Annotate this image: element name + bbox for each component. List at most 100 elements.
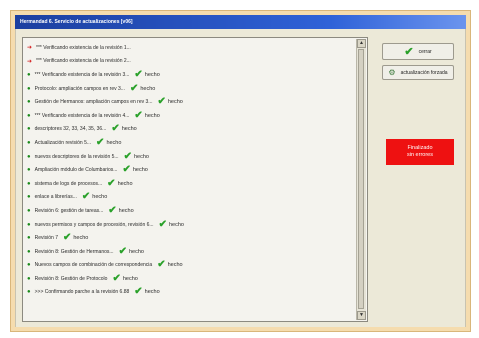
check-icon: ✔ — [134, 68, 143, 80]
log-row-text: nuevos permisos y campos de procesión, r… — [34, 221, 154, 228]
scroll-thumb[interactable] — [358, 49, 364, 309]
green-dot-icon: ● — [27, 207, 31, 214]
log-row-status: hecho — [140, 85, 156, 92]
log-row: ● Revisión 8: Gestión de Protocolo ✔ hecho — [27, 272, 352, 286]
green-dot-icon: ● — [27, 289, 31, 296]
check-icon: ✔ — [134, 286, 143, 298]
log-row-status: hecho — [167, 262, 183, 269]
log-row-status: hecho — [128, 248, 144, 255]
log-row-status: hecho — [106, 139, 122, 146]
log-row-text: Revisión 8: Gestión de Protocolo — [34, 275, 108, 282]
vertical-scrollbar[interactable]: ▲ ▼ — [356, 39, 366, 320]
green-dot-icon: ● — [27, 99, 31, 106]
status-badge: Finalizado sin errores — [386, 139, 454, 165]
window-client-area: ➜ *** Verificando existencia de la revisi… — [15, 29, 466, 327]
green-dot-icon: ● — [27, 275, 31, 282]
log-row: ● Revisión 6: gestión de tareas... ✔ hecho — [27, 204, 352, 218]
check-icon: ✔ — [404, 46, 414, 58]
green-dot-icon: ● — [27, 167, 31, 174]
log-row-status: hecho — [167, 99, 183, 106]
check-icon: ✔ — [62, 232, 72, 244]
green-dot-icon: ● — [27, 153, 31, 160]
log-row: ● Protocolo: ampliación campos en rev 3..… — [27, 82, 352, 96]
log-row-status: hecho — [122, 275, 138, 282]
green-dot-icon: ● — [27, 194, 31, 201]
green-dot-icon: ● — [27, 262, 31, 269]
log-row-status: hecho — [144, 112, 160, 119]
log-row-status: hecho — [92, 194, 108, 201]
green-dot-icon: ● — [27, 221, 31, 228]
log-row-status: hecho — [118, 207, 134, 214]
status-line-2: sin errores — [407, 152, 433, 158]
log-row: ● Gestión de Hermanos: ampliación campos … — [27, 95, 352, 109]
log-row: ● Nuevos campos de combinación de corresp… — [27, 259, 352, 273]
log-row-text: descriptores 32, 33, 34, 35, 36... — [34, 126, 107, 133]
log-row-text: >>> Confirmando parche a la revisión 6.8… — [34, 289, 130, 296]
log-row: ● sistema de logs de procesos... ✔ hecho — [27, 177, 352, 191]
green-dot-icon: ● — [27, 139, 31, 146]
log-row: ● >>> Confirmando parche a la revisión 6.… — [27, 286, 352, 300]
log-row-text: Ampliación módulo de Columbarios... — [34, 167, 118, 174]
log-row-text: *** Verificando existencia de la revisió… — [36, 44, 131, 51]
log-list[interactable]: ➜ *** Verificando existencia de la revisi… — [22, 37, 368, 322]
scroll-up-arrow-icon[interactable]: ▲ — [357, 39, 366, 48]
log-row-status: hecho — [132, 167, 148, 174]
log-row: ● nuevos permisos y campos de procesión, … — [27, 218, 352, 232]
check-icon: ✔ — [158, 218, 167, 230]
log-row-status: hecho — [117, 180, 133, 187]
green-dot-icon: ● — [27, 112, 31, 119]
green-dot-icon: ● — [27, 85, 31, 92]
check-icon: ✔ — [118, 245, 127, 257]
log-row: ➜ *** Verificando existencia de la revisi… — [27, 41, 352, 55]
log-row: ● Revisión 8: Gestión de Hermanos... ✔ hech… — [27, 245, 352, 259]
log-row: ● enlace a librerías... ✔ hecho — [27, 191, 352, 205]
force-update-button-label: actualización forzada — [400, 69, 448, 76]
green-dot-icon: ● — [27, 126, 31, 133]
log-row-status: hecho — [133, 153, 149, 160]
log-row-text: *** Verificando existencia de la revisió… — [34, 112, 130, 119]
log-row-text: Gestión de Hermanos: ampliación campos e… — [34, 99, 153, 106]
check-icon: ✔ — [123, 150, 132, 162]
log-row-text: Protocolo: ampliación campos en rev 3... — [34, 85, 125, 92]
log-row-text: *** Verificando existencia de la revisió… — [36, 58, 131, 65]
close-button[interactable]: ✔ cerrar — [382, 43, 454, 60]
log-row: ● nuevos descriptores de la revisión 5...… — [27, 150, 352, 164]
red-arrow-icon: ➜ — [27, 58, 33, 65]
log-row-status: hecho — [168, 221, 184, 228]
check-icon: ✔ — [134, 109, 143, 121]
log-row: ● *** Verificando existencia de la revisi… — [27, 109, 352, 123]
close-button-label: cerrar — [418, 48, 432, 55]
green-dot-icon: ● — [27, 180, 31, 187]
log-row-text: Revisión 8: Gestión de Hermanos... — [34, 248, 114, 255]
gear-icon: ⚙ — [388, 68, 396, 77]
log-row-text: *** Verificando existencia de la revisió… — [34, 71, 130, 78]
log-row-text: sistema de logs de procesos... — [34, 180, 103, 187]
status-line-1: Finalizado — [407, 145, 433, 151]
green-dot-icon: ● — [27, 235, 31, 242]
check-icon: ✔ — [112, 272, 121, 284]
check-icon: ✔ — [107, 177, 116, 189]
force-update-button[interactable]: ⚙ actualización forzada — [382, 65, 454, 80]
log-row-status: hecho — [121, 126, 137, 133]
log-row: ● descriptores 32, 33, 34, 35, 36... ✔ hech… — [27, 123, 352, 137]
check-icon: ✔ — [157, 259, 166, 271]
log-row: ➜ *** Verificando existencia de la revisi… — [27, 55, 352, 69]
log-row-status: hecho — [73, 235, 89, 242]
green-dot-icon: ● — [27, 71, 31, 78]
log-row: ● *** Verificando existencia de la revisi… — [27, 68, 352, 82]
scroll-down-arrow-icon[interactable]: ▼ — [357, 311, 366, 320]
check-icon: ✔ — [157, 96, 166, 108]
log-row: ● Ampliación módulo de Columbarios... ✔ hec… — [27, 163, 352, 177]
check-icon: ✔ — [129, 82, 139, 94]
log-row: ● Actualización revisión 5... ✔ hecho — [27, 136, 352, 150]
log-row-text: Actualización revisión 5... — [34, 139, 92, 146]
log-row: ● Revisión 7 ✔ hecho — [27, 231, 352, 245]
check-icon: ✔ — [108, 204, 117, 216]
green-dot-icon: ● — [27, 248, 31, 255]
log-row-text: enlace a librerías... — [34, 194, 77, 201]
check-icon: ✔ — [122, 164, 131, 176]
check-icon: ✔ — [111, 123, 120, 135]
log-row-text: nuevos descriptores de la revisión 5... — [34, 153, 119, 160]
log-row-text: Revisión 7 — [34, 235, 58, 242]
red-arrow-icon: ➜ — [27, 45, 33, 52]
